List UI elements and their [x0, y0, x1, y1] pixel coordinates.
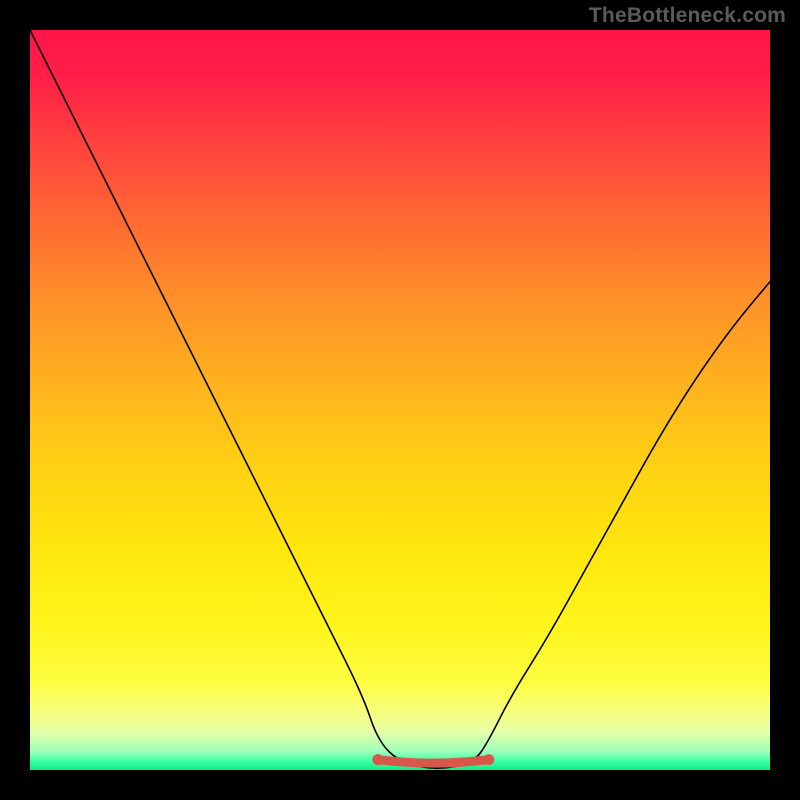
bottleneck-curve-line: [30, 30, 770, 768]
watermark-text: TheBottleneck.com: [589, 4, 786, 28]
bottleneck-curves: [30, 30, 770, 770]
valley-cap-left-icon: [372, 754, 383, 765]
valley-cap-right-icon: [483, 754, 494, 765]
curve-valley-highlight: [378, 760, 489, 764]
plot-area: [30, 30, 770, 770]
chart-container: TheBottleneck.com: [0, 0, 800, 800]
